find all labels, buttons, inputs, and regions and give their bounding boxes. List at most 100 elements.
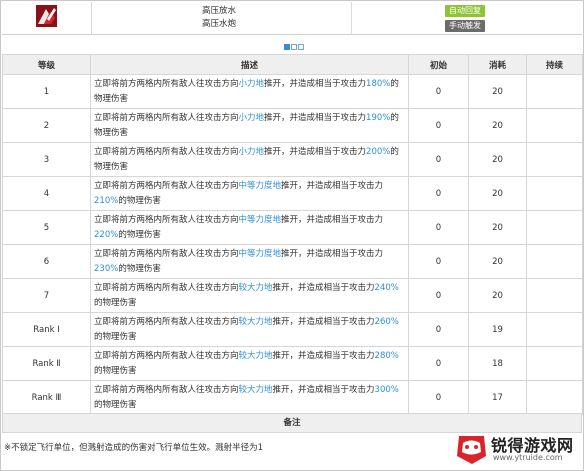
desc-post: 的物理伤害 xyxy=(94,400,137,410)
site-watermark: 锐得游戏网 www.ytruide.com xyxy=(455,430,580,468)
desc-pre: 立即将前方两格内所有敌人往攻击方向 xyxy=(94,181,239,191)
desc-percent: 180% xyxy=(366,79,391,89)
initial-cell: 0 xyxy=(408,380,469,415)
desc-pre: 立即将前方两格内所有敌人往攻击方向 xyxy=(94,79,239,89)
cost-cell: 20 xyxy=(468,142,527,177)
table-row: 6 立即将前方两格内所有敌人往攻击方向中等力度地推开，并造成相当于攻击力 230%的… xyxy=(2,244,583,279)
desc-force: 小力地 xyxy=(238,147,265,157)
desc-mid: 推开，并造成相当于攻击力 xyxy=(264,147,367,157)
desc-force: 较大力地 xyxy=(238,317,273,327)
cost-cell: 20 xyxy=(468,244,527,279)
desc-percent: 200% xyxy=(366,147,391,157)
desc-pre: 立即将前方两格内所有敌人往攻击方向 xyxy=(94,249,239,259)
initial-cell: 0 xyxy=(408,74,469,109)
duration-cell xyxy=(526,142,583,177)
desc-mid: 推开，并造成相当于攻击力 xyxy=(272,317,375,327)
level-cell: 6 xyxy=(2,244,91,279)
duration-cell xyxy=(526,74,583,109)
table-row: 7 立即将前方两格内所有敌人往攻击方向较大力地推开，并造成相当于攻击力240% 的物… xyxy=(2,278,583,313)
desc-mid: 推开，并造成相当于攻击力 xyxy=(272,385,375,395)
gamepad-logo-icon xyxy=(455,430,488,466)
cost-cell: 20 xyxy=(468,176,527,211)
duration-cell xyxy=(526,380,583,415)
table-row: 3 立即将前方两格内所有敌人往攻击方向小力地推开，并造成相当于攻击力200%的物理… xyxy=(2,142,583,177)
cost-cell: 20 xyxy=(468,278,527,313)
desc-force: 较大力地 xyxy=(238,351,273,361)
initial-cell: 0 xyxy=(408,210,469,245)
description-cell: 立即将前方两格内所有敌人往攻击方向中等力度地推开，并造成相当于攻击力 230%的物… xyxy=(90,244,409,279)
description-cell: 立即将前方两格内所有敌人往攻击方向中等力度地推开，并造成相当于攻击力 220%的物… xyxy=(90,210,409,245)
desc-force: 中等力度地 xyxy=(238,215,282,225)
desc-mid: 推开，并造成相当于攻击力 xyxy=(281,249,384,259)
desc-post: 的物理伤害 xyxy=(94,332,137,342)
desc-force: 中等力度地 xyxy=(238,181,282,191)
desc-percent: 190% xyxy=(366,113,391,123)
desc-force: 较大力地 xyxy=(238,385,273,395)
header-duration: 持续 xyxy=(526,54,583,75)
desc-percent: 210% xyxy=(94,196,119,206)
skill-name: 高压放水 xyxy=(202,6,237,16)
duration-cell xyxy=(526,346,583,381)
auto-recovery-badge: 自动回复 xyxy=(445,5,485,17)
table-row: Rank Ⅰ 立即将前方两格内所有敌人往攻击方向较大力地推开，并造成相当于攻击力2… xyxy=(2,312,583,347)
desc-mid: 推开，并造成相当于攻击力 xyxy=(264,79,367,89)
desc-percent: 280% xyxy=(374,351,399,361)
table-row: 1 立即将前方两格内所有敌人往攻击方向小力地推开，并造成相当于攻击力180%的物理… xyxy=(2,74,583,109)
level-cell: Rank Ⅱ xyxy=(2,346,91,381)
initial-cell: 0 xyxy=(408,108,469,143)
desc-mid: 推开，并造成相当于攻击力 xyxy=(272,351,375,361)
duration-cell xyxy=(526,108,583,143)
cost-cell: 17 xyxy=(468,380,527,415)
description-cell: 立即将前方两格内所有敌人往攻击方向小力地推开，并造成相当于攻击力200%的物理伤… xyxy=(90,142,409,177)
skill-header: 高压放水 高压水炮 自动回复 手动触发 xyxy=(2,2,582,35)
table-row: 5 立即将前方两格内所有敌人往攻击方向中等力度地推开，并造成相当于攻击力 220%的… xyxy=(2,210,583,245)
desc-mid: 推开，并造成相当于攻击力 xyxy=(272,283,375,293)
desc-pre: 立即将前方两格内所有敌人往攻击方向 xyxy=(94,385,239,395)
header-description: 描述 xyxy=(90,54,409,75)
page-dot-2[interactable] xyxy=(291,44,297,50)
header-cost: 消耗 xyxy=(468,54,527,75)
description-cell: 立即将前方两格内所有敌人往攻击方向小力地推开，并造成相当于攻击力180%的物理伤… xyxy=(90,74,409,109)
initial-cell: 0 xyxy=(408,244,469,279)
description-cell: 立即将前方两格内所有敌人往攻击方向较大力地推开，并造成相当于攻击力280% 的物理… xyxy=(90,346,409,381)
desc-percent: 220% xyxy=(94,230,119,240)
desc-percent: 230% xyxy=(94,264,119,274)
level-cell: 2 xyxy=(2,108,91,143)
table-row: 4 立即将前方两格内所有敌人往攻击方向中等力度地推开，并造成相当于攻击力 210%的… xyxy=(2,176,583,211)
duration-cell xyxy=(526,244,583,279)
table-row: Rank Ⅲ 立即将前方两格内所有敌人往攻击方向较大力地推开，并造成相当于攻击力3… xyxy=(2,380,583,415)
desc-post: 的物理伤害 xyxy=(118,264,161,274)
desc-post: 的物理伤害 xyxy=(94,298,137,308)
desc-mid: 推开，并造成相当于攻击力 xyxy=(281,181,384,191)
desc-pre: 立即将前方两格内所有敌人往攻击方向 xyxy=(94,351,239,361)
desc-percent: 240% xyxy=(374,283,399,293)
level-cell: 1 xyxy=(2,74,91,109)
level-cell: Rank Ⅰ xyxy=(2,312,91,347)
desc-pre: 立即将前方两格内所有敌人往攻击方向 xyxy=(94,317,239,327)
desc-force: 小力地 xyxy=(238,79,265,89)
cost-cell: 18 xyxy=(468,346,527,381)
desc-force: 小力地 xyxy=(238,113,265,123)
description-cell: 立即将前方两格内所有敌人往攻击方向较大力地推开，并造成相当于攻击力260% 的物理… xyxy=(90,312,409,347)
initial-cell: 0 xyxy=(408,278,469,313)
description-cell: 立即将前方两格内所有敌人往攻击方向中等力度地推开，并造成相当于攻击力 210%的物… xyxy=(90,176,409,211)
skill-icon xyxy=(36,5,57,27)
desc-mid: 推开，并造成相当于攻击力 xyxy=(281,215,384,225)
duration-cell xyxy=(526,278,583,313)
manual-trigger-badge: 手动触发 xyxy=(445,20,485,32)
page-dot-3[interactable] xyxy=(298,44,304,50)
duration-cell xyxy=(526,312,583,347)
desc-force: 较大力地 xyxy=(238,283,273,293)
initial-cell: 0 xyxy=(408,346,469,381)
table-row: Rank Ⅱ 立即将前方两格内所有敌人往攻击方向较大力地推开，并造成相当于攻击力2… xyxy=(2,346,583,381)
description-cell: 立即将前方两格内所有敌人往攻击方向较大力地推开，并造成相当于攻击力240% 的物理… xyxy=(90,278,409,313)
desc-pre: 立即将前方两格内所有敌人往攻击方向 xyxy=(94,283,239,293)
level-cell: 7 xyxy=(2,278,91,313)
description-cell: 立即将前方两格内所有敌人往攻击方向较大力地推开，并造成相当于攻击力300% 的物理… xyxy=(90,380,409,415)
page-dot-1[interactable] xyxy=(284,44,290,50)
cost-cell: 20 xyxy=(468,210,527,245)
desc-pre: 立即将前方两格内所有敌人往攻击方向 xyxy=(94,147,239,157)
page-indicator xyxy=(284,44,304,50)
description-cell: 立即将前方两格内所有敌人往攻击方向小力地推开，并造成相当于攻击力190%的物理伤… xyxy=(90,108,409,143)
initial-cell: 0 xyxy=(408,312,469,347)
